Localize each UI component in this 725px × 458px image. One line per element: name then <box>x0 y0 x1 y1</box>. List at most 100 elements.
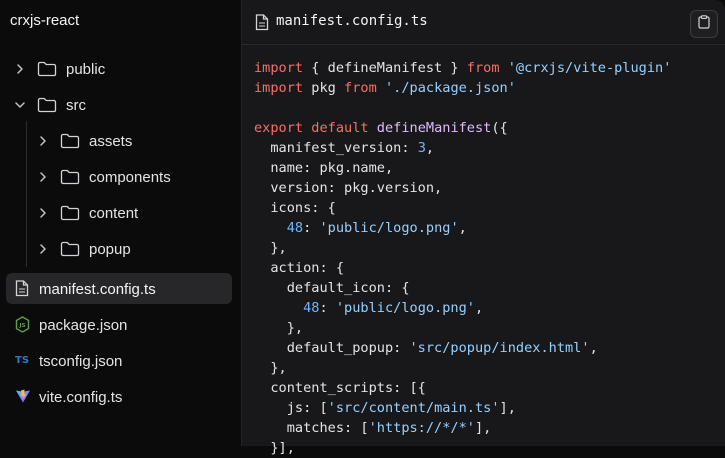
code-line: name: pkg.name, <box>254 158 671 178</box>
code-token: icons: { <box>254 200 336 216</box>
folder-icon <box>37 97 57 113</box>
file-icon <box>255 14 269 36</box>
folder-icon <box>60 241 80 257</box>
code-token: }, <box>254 360 287 376</box>
code-line: }, <box>254 318 671 338</box>
file-explorer: crxjs-react public src assets components con… <box>0 0 242 446</box>
code-token: 3 <box>417 140 426 156</box>
code-token: 'src/content/main.ts' <box>327 400 500 416</box>
project-name: crxjs-react <box>10 12 80 29</box>
code-token: from <box>466 60 500 76</box>
code-token: , <box>589 340 598 356</box>
code-editor: manifest.config.ts import { defineManife… <box>242 0 725 456</box>
code-token: }], <box>254 440 295 456</box>
tree-file-vite.config.ts[interactable]: vite.config.ts <box>15 379 122 415</box>
code-line: }], <box>254 438 671 458</box>
code-line: import { defineManifest } from '@crxjs/v… <box>254 58 671 78</box>
code-token: , <box>475 300 484 316</box>
tree-folder-content[interactable]: content <box>36 195 138 231</box>
code-line: js: ['src/content/main.ts'], <box>254 398 671 418</box>
tree-file-package.json[interactable]: JS package.json <box>15 307 127 343</box>
clipboard-icon <box>698 14 710 34</box>
code-token: default_popup: <box>254 340 410 356</box>
code-token: 48 <box>303 300 320 316</box>
tree-file-manifest.config.ts[interactable]: manifest.config.ts <box>15 271 156 307</box>
code-token: ], <box>474 420 492 436</box>
code-token: version: pkg.version, <box>254 180 443 196</box>
tree-folder-src[interactable]: src <box>13 87 86 123</box>
file-icon <box>15 280 31 298</box>
copy-button[interactable] <box>690 10 718 38</box>
code-token: ({ <box>491 120 508 136</box>
code-token: 'public/logo.png' <box>319 220 459 236</box>
chevron-right-icon[interactable] <box>13 62 27 76</box>
tree-folder-public[interactable]: public <box>13 51 105 87</box>
chevron-right-icon[interactable] <box>36 134 50 148</box>
vite-icon <box>15 388 31 406</box>
code-token: , <box>458 220 467 236</box>
code-token: matches: [ <box>254 420 369 436</box>
tree-folder-popup[interactable]: popup <box>36 231 131 267</box>
code-token: export <box>254 120 304 136</box>
code-line: default_icon: { <box>254 278 671 298</box>
code-content: import { defineManifest } from '@crxjs/v… <box>254 58 671 458</box>
svg-text:JS: JS <box>18 323 25 329</box>
code-token: , <box>425 140 435 156</box>
code-token: }, <box>254 320 304 336</box>
tree-item-label: public <box>66 60 106 78</box>
editor-header: manifest.config.ts <box>242 0 725 45</box>
tree-item-label: content <box>89 204 139 222</box>
tree-item-label: package.json <box>39 316 128 334</box>
code-line: action: { <box>254 258 671 278</box>
tree-item-label: src <box>66 96 86 114</box>
code-token: 'https://*/*' <box>368 420 475 436</box>
code-token: { defineManifest } <box>303 60 467 76</box>
chevron-right-icon[interactable] <box>36 170 50 184</box>
code-token: default <box>311 120 369 136</box>
code-token: default_icon: { <box>254 280 410 296</box>
indent-guide <box>26 121 27 267</box>
code-token: import <box>254 60 304 76</box>
chevron-right-icon[interactable] <box>36 206 50 220</box>
app-window: crxjs-react public src assets components con… <box>0 0 725 456</box>
code-token: action: { <box>254 260 345 276</box>
code-token: from <box>344 80 377 96</box>
code-token: manifest_version: <box>254 140 418 156</box>
folder-icon <box>60 133 80 149</box>
code-token: 48 <box>286 220 304 236</box>
tree-item-label: vite.config.ts <box>39 388 123 406</box>
code-line: import pkg from './package.json' <box>254 78 671 98</box>
code-line: content_scripts: [{ <box>254 378 671 398</box>
tree-item-label: popup <box>89 240 131 258</box>
tree-item-label: tsconfig.json <box>39 352 123 370</box>
code-line: manifest_version: 3, <box>254 138 671 158</box>
code-line: matches: ['https://*/*'], <box>254 418 671 438</box>
code-token: ], <box>499 400 516 416</box>
chevron-right-icon[interactable] <box>36 242 50 256</box>
tree-file-tsconfig.json[interactable]: TS tsconfig.json <box>15 343 122 379</box>
tree-folder-assets[interactable]: assets <box>36 123 132 159</box>
tree-item-label: assets <box>89 132 133 150</box>
code-token: '@crxjs/vite-plugin' <box>507 60 672 76</box>
tree-folder-components[interactable]: components <box>36 159 171 195</box>
code-token: content_scripts: [{ <box>254 380 426 396</box>
code-line: default_popup: 'src/popup/index.html', <box>254 338 671 358</box>
svg-text:TS: TS <box>15 355 29 366</box>
code-token: : <box>303 220 320 236</box>
code-line: 48: 'public/logo.png', <box>254 298 671 318</box>
code-token: name: pkg.name, <box>254 160 394 176</box>
folder-icon <box>37 61 57 77</box>
code-line: 48: 'public/logo.png', <box>254 218 671 238</box>
code-line: export default defineManifest({ <box>254 118 671 138</box>
chevron-down-icon[interactable] <box>13 98 27 112</box>
code-token: 'public/logo.png' <box>335 300 475 316</box>
code-token: defineManifest <box>376 120 492 136</box>
nodejs-icon: JS <box>15 316 31 334</box>
code-token: js: [ <box>254 400 328 416</box>
